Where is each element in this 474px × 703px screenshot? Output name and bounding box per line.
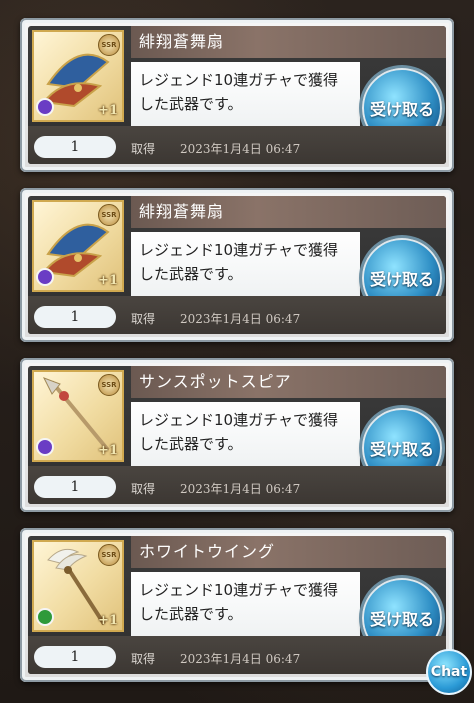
plus-level: +1 [98, 273, 118, 288]
element-orb-icon [36, 98, 54, 116]
present-card: SSR +1 サンスポットスピア レジェンド10連ガチャで獲得した武器です。 受… [20, 358, 454, 512]
present-card: SSR +1 緋翔蒼舞扇 レジェンド10連ガチャで獲得した武器です。 受け取る … [20, 188, 454, 342]
weapon-thumbnail[interactable]: SSR +1 [32, 370, 124, 462]
meta-bar: 1 取得 2023年1月4日 06:47 [28, 296, 446, 334]
present-card-body: SSR +1 緋翔蒼舞扇 レジェンド10連ガチャで獲得した武器です。 受け取る … [28, 26, 446, 164]
rarity-badge: SSR [98, 34, 120, 56]
weapon-thumbnail[interactable]: SSR +1 [32, 200, 124, 292]
acquired-label: 取得 [131, 482, 156, 496]
weapon-name: ホワイトウイング [131, 536, 446, 568]
weapon-thumbnail[interactable]: SSR +1 [32, 30, 124, 122]
acquired-date: 2023年1月4日 06:47 [180, 482, 301, 496]
element-orb-icon [36, 608, 54, 626]
present-card-body: SSR +1 ホワイトウイング レジェンド10連ガチャで獲得した武器です。 受け… [28, 536, 446, 674]
quantity-pill: 1 [34, 646, 116, 668]
weapon-description: レジェンド10連ガチャで獲得した武器です。 [131, 62, 360, 132]
acquired-label: 取得 [131, 652, 156, 666]
quantity-pill: 1 [34, 476, 116, 498]
plus-level: +1 [98, 103, 118, 118]
present-card: SSR +1 ホワイトウイング レジェンド10連ガチャで獲得した武器です。 受け… [20, 528, 454, 682]
acquired-date: 2023年1月4日 06:47 [180, 652, 301, 666]
acquired-date: 2023年1月4日 06:47 [180, 312, 301, 326]
rarity-badge: SSR [98, 374, 120, 396]
present-card: SSR +1 緋翔蒼舞扇 レジェンド10連ガチャで獲得した武器です。 受け取る … [20, 18, 454, 172]
chat-button[interactable]: Chat [426, 649, 472, 695]
weapon-name: 緋翔蒼舞扇 [131, 26, 446, 58]
element-orb-icon [36, 268, 54, 286]
present-card-body: SSR +1 サンスポットスピア レジェンド10連ガチャで獲得した武器です。 受… [28, 366, 446, 504]
element-orb-icon [36, 438, 54, 456]
weapon-description: レジェンド10連ガチャで獲得した武器です。 [131, 402, 360, 472]
meta-bar: 1 取得 2023年1月4日 06:47 [28, 126, 446, 164]
present-card-body: SSR +1 緋翔蒼舞扇 レジェンド10連ガチャで獲得した武器です。 受け取る … [28, 196, 446, 334]
weapon-name: サンスポットスピア [131, 366, 446, 398]
weapon-name: 緋翔蒼舞扇 [131, 196, 446, 228]
weapon-description: レジェンド10連ガチャで獲得した武器です。 [131, 232, 360, 302]
rarity-badge: SSR [98, 204, 120, 226]
acquired-label: 取得 [131, 142, 156, 156]
quantity-pill: 1 [34, 306, 116, 328]
acquired-label: 取得 [131, 312, 156, 326]
quantity-pill: 1 [34, 136, 116, 158]
plus-level: +1 [98, 613, 118, 628]
meta-bar: 1 取得 2023年1月4日 06:47 [28, 636, 446, 674]
meta-bar: 1 取得 2023年1月4日 06:47 [28, 466, 446, 504]
weapon-description: レジェンド10連ガチャで獲得した武器です。 [131, 572, 360, 642]
rarity-badge: SSR [98, 544, 120, 566]
acquired-date: 2023年1月4日 06:47 [180, 142, 301, 156]
plus-level: +1 [98, 443, 118, 458]
weapon-thumbnail[interactable]: SSR +1 [32, 540, 124, 632]
